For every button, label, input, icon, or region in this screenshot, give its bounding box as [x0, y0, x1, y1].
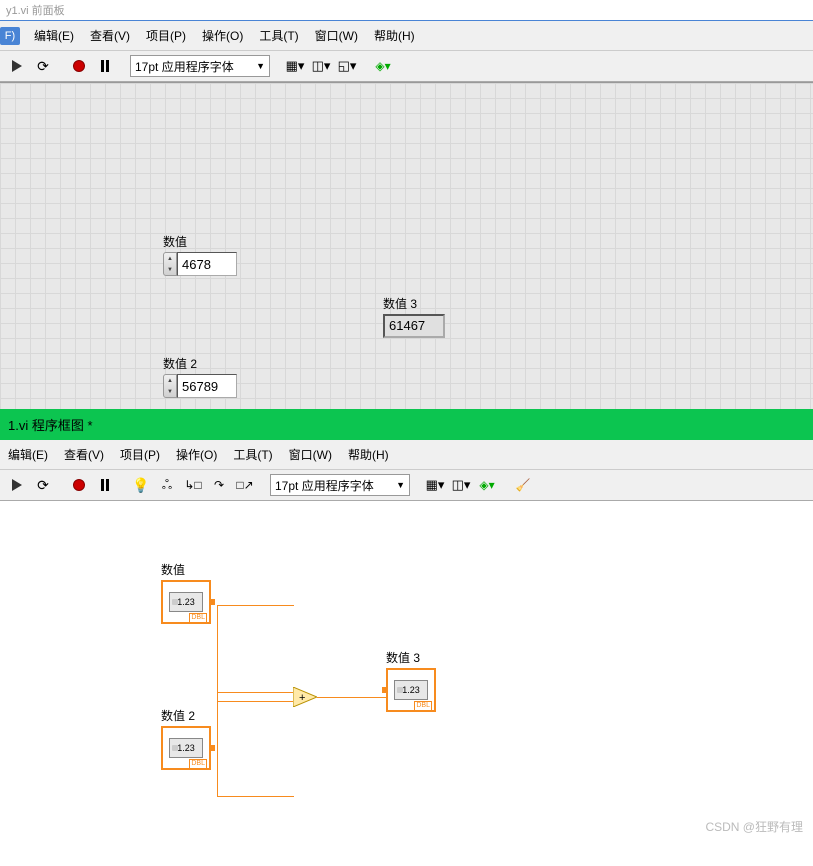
wire-segment — [217, 701, 295, 702]
bd-terminal-label: 数值 3 — [386, 649, 436, 666]
block-diagram-canvas[interactable]: 数值 1.23 DBL 数值 2 1.23 DBL 数值 3 1.23 DBL … — [0, 501, 813, 841]
menu-window[interactable]: 窗口(W) — [307, 24, 366, 47]
bd-menu-operate[interactable]: 操作(O) — [168, 443, 225, 466]
bd-menu-project[interactable]: 项目(P) — [112, 443, 168, 466]
retain-wire-button[interactable]: ஃ — [156, 475, 178, 495]
block-diagram-menu-bar: 编辑(E) 查看(V) 项目(P) 操作(O) 工具(T) 窗口(W) 帮助(H… — [0, 440, 813, 470]
front-panel-canvas[interactable]: 数值 ▲▼ 数值 2 ▲▼ 数值 3 61467 — [0, 82, 813, 409]
dbl-type-icon: 1.23 — [169, 592, 203, 612]
block-diagram-toolbar: ⟳ 💡 ஃ ↳□ ↷ □↗ 17pt 应用程序字体 ▼ ▦▾ ◫▾ ◈▾ 🧹 — [0, 470, 813, 501]
bd-distribute-button[interactable]: ◫▾ — [450, 475, 472, 495]
wire-segment — [317, 697, 386, 698]
bd-menu-tools[interactable]: 工具(T) — [225, 443, 280, 466]
align-button[interactable]: ▦▾ — [284, 56, 306, 76]
font-selector[interactable]: 17pt 应用程序字体 ▼ — [130, 55, 270, 77]
resize-button[interactable]: ◱▾ — [336, 56, 358, 76]
dbl-badge: DBL — [189, 759, 207, 769]
numeric-indicator-value: 61467 — [383, 314, 445, 338]
highlight-execution-button[interactable]: 💡 — [130, 475, 152, 495]
dbl-type-icon: 1.23 — [394, 680, 428, 700]
dbl-type-icon: 1.23 — [169, 738, 203, 758]
front-panel-toolbar: ⟳ 17pt 应用程序字体 ▼ ▦▾ ◫▾ ◱▾ ◈▾ — [0, 51, 813, 82]
run-continuous-button[interactable]: ⟳ — [32, 56, 54, 76]
run-button[interactable] — [6, 56, 28, 76]
bd-reorder-button[interactable]: ◈▾ — [476, 475, 498, 495]
block-diagram-title: 1.vi 程序框图 * — [0, 409, 813, 440]
front-panel-menu-bar: F) 编辑(E) 查看(V) 项目(P) 操作(O) 工具(T) 窗口(W) 帮… — [0, 21, 813, 51]
step-into-button[interactable]: ↳□ — [182, 475, 204, 495]
output-pin-icon — [209, 599, 215, 605]
file-menu-icon[interactable]: F) — [0, 27, 20, 45]
spinner-icon[interactable]: ▲▼ — [163, 374, 177, 398]
bd-run-continuous-button[interactable]: ⟳ — [32, 475, 54, 495]
bd-pause-button[interactable] — [94, 475, 116, 495]
menu-edit[interactable]: 编辑(E) — [26, 24, 82, 47]
numeric-input-1[interactable] — [177, 252, 237, 276]
pause-button[interactable] — [94, 56, 116, 76]
bd-terminal-numeric-3[interactable]: 数值 3 1.23 DBL — [386, 649, 436, 712]
svg-text:+: + — [299, 692, 305, 704]
watermark-text: CSDN @狂野有理 — [705, 818, 803, 835]
distribute-button[interactable]: ◫▾ — [310, 56, 332, 76]
bd-terminal-numeric-2[interactable]: 数值 2 1.23 DBL — [161, 707, 211, 770]
dbl-badge: DBL — [189, 613, 207, 623]
control-label: 数值 2 — [163, 355, 237, 372]
bd-menu-help[interactable]: 帮助(H) — [340, 443, 397, 466]
bd-abort-button[interactable] — [68, 475, 90, 495]
menu-operate[interactable]: 操作(O) — [194, 24, 251, 47]
menu-project[interactable]: 项目(P) — [138, 24, 194, 47]
bd-terminal-label: 数值 — [161, 561, 211, 578]
bd-menu-view[interactable]: 查看(V) — [56, 443, 112, 466]
cleanup-button[interactable]: 🧹 — [512, 475, 534, 495]
input-pin-icon — [382, 687, 388, 693]
wire-segment — [217, 692, 295, 693]
dbl-badge: DBL — [414, 701, 432, 711]
numeric-indicator-3: 数值 3 61467 — [383, 295, 445, 338]
bd-font-selector-text: 17pt 应用程序字体 — [275, 477, 374, 494]
menu-help[interactable]: 帮助(H) — [366, 24, 423, 47]
bd-font-selector[interactable]: 17pt 应用程序字体 ▼ — [270, 474, 410, 496]
dropdown-arrow-icon: ▼ — [396, 480, 405, 490]
dropdown-arrow-icon: ▼ — [256, 61, 265, 71]
add-node[interactable]: + — [293, 687, 317, 707]
spinner-icon[interactable]: ▲▼ — [163, 252, 177, 276]
front-panel-title: y1.vi 前面板 — [0, 0, 813, 21]
control-label: 数值 3 — [383, 295, 445, 312]
bd-menu-edit[interactable]: 编辑(E) — [0, 443, 56, 466]
bd-terminal-label: 数值 2 — [161, 707, 211, 724]
control-label: 数值 — [163, 233, 237, 250]
reorder-button[interactable]: ◈▾ — [372, 56, 394, 76]
numeric-control-2: 数值 2 ▲▼ — [163, 355, 237, 398]
abort-button[interactable] — [68, 56, 90, 76]
bd-terminal-numeric-1[interactable]: 数值 1.23 DBL — [161, 561, 211, 624]
step-over-button[interactable]: ↷ — [208, 475, 230, 495]
bd-align-button[interactable]: ▦▾ — [424, 475, 446, 495]
bd-run-button[interactable] — [6, 475, 28, 495]
font-selector-text: 17pt 应用程序字体 — [135, 58, 234, 75]
bd-menu-window[interactable]: 窗口(W) — [281, 443, 340, 466]
numeric-input-2[interactable] — [177, 374, 237, 398]
menu-tools[interactable]: 工具(T) — [251, 24, 306, 47]
output-pin-icon — [209, 745, 215, 751]
numeric-control-1: 数值 ▲▼ — [163, 233, 237, 276]
menu-view[interactable]: 查看(V) — [82, 24, 138, 47]
step-out-button[interactable]: □↗ — [234, 475, 256, 495]
